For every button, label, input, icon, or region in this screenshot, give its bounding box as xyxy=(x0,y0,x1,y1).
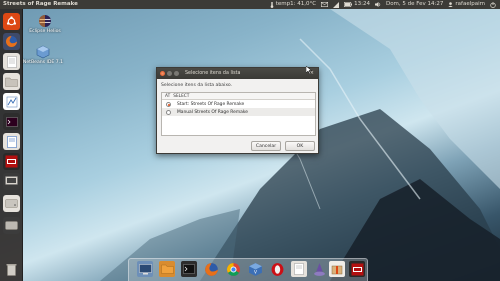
list-item-label: Start: Streets Of Rage Remake xyxy=(177,101,245,107)
virtualbox-icon: V xyxy=(248,262,262,276)
clock-indicator[interactable]: Dom, 5 de Fev 14:27 xyxy=(386,0,443,9)
ok-button[interactable]: OK xyxy=(285,141,315,151)
minimize-window-button[interactable] xyxy=(167,71,172,76)
presentation-icon xyxy=(6,96,17,107)
desktop-icon-netbeans[interactable]: NetBeans IDE 7.1 xyxy=(22,45,64,65)
dock-item-opera[interactable] xyxy=(269,261,285,277)
dock-item-wizard[interactable] xyxy=(311,261,327,277)
network-icon xyxy=(333,1,340,8)
launcher-streets-of-rage[interactable] xyxy=(3,153,20,170)
dock-item-firefox[interactable] xyxy=(203,261,219,277)
opera-icon xyxy=(271,262,283,276)
folder-icon xyxy=(160,264,174,274)
selection-dialog: Selecione itens da lista × Selecione ite… xyxy=(156,67,319,154)
dock-item-chrome[interactable] xyxy=(225,261,241,277)
launcher-writer[interactable] xyxy=(3,133,20,150)
document-icon xyxy=(6,55,17,68)
mouse-cursor-icon xyxy=(306,66,312,74)
dialog-prompt: Selecione itens da lista abaixo. xyxy=(161,83,233,88)
list-header: AT SELECT xyxy=(162,93,315,100)
chrome-icon xyxy=(226,262,240,276)
drive-icon xyxy=(5,221,18,230)
column-header-at[interactable]: AT xyxy=(162,93,170,99)
svg-text:V: V xyxy=(254,269,257,275)
launcher-system-monitor[interactable] xyxy=(3,173,20,190)
close-window-button[interactable] xyxy=(160,71,165,76)
dock-item-installer[interactable] xyxy=(329,261,345,277)
desktop-icon-label: NetBeans IDE 7.1 xyxy=(22,60,64,65)
document-icon xyxy=(294,263,304,275)
list-item[interactable]: Start: Streets Of Rage Remake xyxy=(162,100,315,108)
network-indicator[interactable] xyxy=(333,1,340,8)
envelope-icon xyxy=(321,2,329,7)
launcher-drive-2[interactable] xyxy=(3,217,20,234)
indicator-area: temp1: 41,0°C 13:24 Dom, 5 de Fev 14:27 … xyxy=(270,0,496,9)
thermometer-icon xyxy=(270,1,274,8)
text-document-icon xyxy=(6,135,17,148)
dock-item-streets-of-rage[interactable] xyxy=(349,261,365,277)
launcher-files[interactable] xyxy=(3,73,20,90)
game-icon xyxy=(351,263,363,275)
firefox-icon xyxy=(204,262,218,276)
game-icon xyxy=(5,155,18,168)
battery-icon xyxy=(344,2,353,7)
wizard-icon xyxy=(313,262,325,276)
dock-item-desktop[interactable] xyxy=(137,261,153,277)
desktop-icon-eclipse[interactable]: Eclipse Helios xyxy=(27,14,63,34)
folder-icon xyxy=(5,77,18,87)
temperature-indicator[interactable]: temp1: 41,0°C xyxy=(270,0,316,9)
dock-item-files[interactable] xyxy=(159,261,175,277)
top-panel: Streets of Rage Remake temp1: 41,0°C 13:… xyxy=(0,0,500,9)
maximize-window-button[interactable] xyxy=(174,71,179,76)
trash-icon xyxy=(6,264,17,276)
item-list: AT SELECT Start: Streets Of Rage Remake … xyxy=(161,92,316,136)
session-menu[interactable] xyxy=(490,1,496,8)
radio-button[interactable] xyxy=(166,109,171,115)
monitor-icon xyxy=(5,176,18,185)
netbeans-icon xyxy=(36,45,50,59)
user-name: rafaelpaim xyxy=(455,1,485,7)
desktop-icon xyxy=(138,263,152,274)
bottom-dock: V xyxy=(128,258,368,281)
launcher-firefox[interactable] xyxy=(3,33,20,50)
column-header-select[interactable]: SELECT xyxy=(170,93,189,99)
power-icon xyxy=(490,1,496,8)
launcher-trash[interactable] xyxy=(3,261,20,278)
terminal-icon xyxy=(5,116,18,127)
drive-icon xyxy=(5,199,18,208)
cancel-button[interactable]: Cancelar xyxy=(251,141,281,151)
launcher-terminal[interactable] xyxy=(3,113,20,130)
temperature-label: temp1: 41,0°C xyxy=(275,1,317,7)
desktop-icon-label: Eclipse Helios xyxy=(29,29,61,34)
launcher-drive[interactable] xyxy=(3,195,20,212)
eclipse-icon xyxy=(39,15,51,27)
package-icon xyxy=(331,265,343,275)
user-indicator[interactable]: rafaelpaim xyxy=(448,0,485,9)
active-window-title: Streets of Rage Remake xyxy=(3,1,78,7)
launcher-text-editor[interactable] xyxy=(3,53,20,70)
dock-item-virtualbox[interactable]: V xyxy=(247,261,263,277)
list-item[interactable]: Manual Streets Of Rage Remake xyxy=(162,108,315,116)
launcher-libreoffice[interactable] xyxy=(3,93,20,110)
unity-launcher xyxy=(0,9,23,281)
radio-button-selected[interactable] xyxy=(166,101,171,107)
speaker-icon xyxy=(374,2,381,7)
volume-indicator[interactable] xyxy=(374,2,381,7)
list-item-label: Manual Streets Of Rage Remake xyxy=(177,109,248,115)
battery-indicator[interactable]: 13:24 xyxy=(344,0,370,9)
dialog-titlebar[interactable]: Selecione itens da lista × xyxy=(157,68,318,79)
ubuntu-logo-icon xyxy=(6,16,17,26)
dock-item-terminal[interactable] xyxy=(181,261,197,277)
mail-indicator[interactable] xyxy=(321,2,329,7)
dock-item-editor[interactable] xyxy=(291,261,307,277)
dash-home-button[interactable] xyxy=(3,13,20,30)
battery-time: 13:24 xyxy=(354,1,370,7)
dialog-title: Selecione itens da lista xyxy=(185,71,241,76)
terminal-icon xyxy=(183,264,195,274)
user-icon xyxy=(448,2,454,7)
firefox-icon xyxy=(6,36,18,47)
